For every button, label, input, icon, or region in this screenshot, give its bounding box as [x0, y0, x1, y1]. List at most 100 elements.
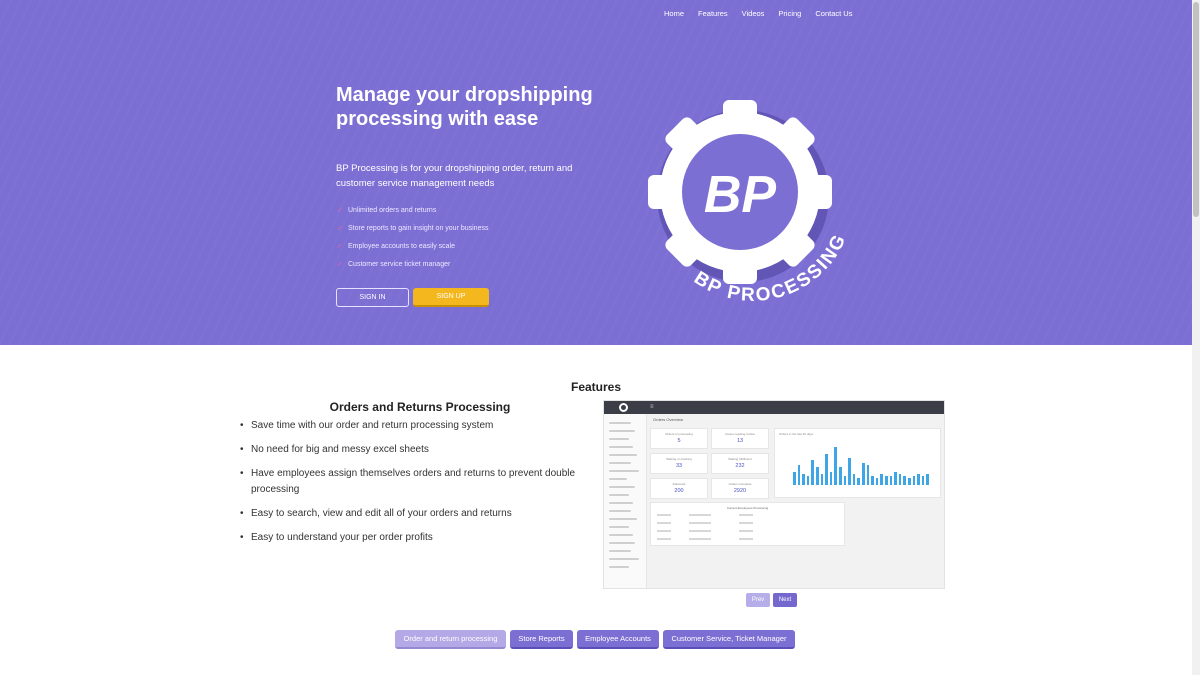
screenshot-table: Current Employees Processing: [650, 502, 845, 546]
feature-list-item: Easy to search, view and edit all of you…: [240, 506, 595, 522]
feature-list-item: No need for big and messy excel sheets: [240, 442, 595, 458]
chart-bar: [866, 464, 870, 485]
stat-card: Waiting on tracking 33: [650, 453, 708, 474]
table-cell: [739, 522, 753, 524]
nav-pricing[interactable]: Pricing: [778, 9, 801, 18]
gear-logo-icon: BP: [648, 100, 832, 284]
feature-tabs: Order and return processing Store Report…: [395, 630, 799, 649]
stat-card-label: Orders Complete: [728, 482, 752, 486]
check-icon: ✓: [337, 261, 343, 268]
chart-bar: [797, 464, 801, 485]
feature-checklist: ✓ Unlimited orders and returns ✓ Store rep…: [337, 201, 488, 273]
sidebar-item: [609, 478, 627, 480]
sidebar-item: [609, 510, 631, 512]
gear-icon: [619, 403, 628, 412]
nav-contact-us[interactable]: Contact Us: [815, 9, 852, 18]
table-cell: [739, 538, 753, 540]
chart-bar: [829, 471, 833, 485]
checklist-item: ✓ Employee accounts to easily scale: [337, 242, 455, 251]
next-button[interactable]: Next: [773, 593, 797, 607]
top-nav: Home Features Videos Pricing Contact Us: [664, 9, 866, 18]
scrollbar-thumb[interactable]: [1193, 2, 1199, 217]
sidebar-item: [609, 430, 635, 432]
tab-store-reports[interactable]: Store Reports: [510, 630, 573, 649]
sidebar-item: [609, 518, 637, 520]
tab-employee-accounts[interactable]: Employee Accounts: [577, 630, 659, 649]
stat-card-label: Waiting fulfillment: [728, 457, 752, 461]
table-cell: [657, 538, 671, 540]
stat-card-value: 2920: [733, 488, 747, 494]
sidebar-item: [609, 470, 639, 472]
screenshot-chart: Orders in the last 30 days: [774, 428, 941, 498]
sidebar-item: [609, 526, 629, 528]
table-cell: [689, 514, 711, 516]
sidebar-item: [609, 438, 629, 440]
chart-bar: [885, 476, 888, 485]
sidebar-item: [609, 462, 631, 464]
chart-bar: [816, 467, 819, 485]
chart-bar: [852, 473, 856, 485]
chart-bar: [875, 478, 879, 485]
table-cell: [657, 522, 671, 524]
page-scrollbar[interactable]: [1192, 0, 1200, 675]
stat-card: Waiting fulfillment 232: [711, 453, 769, 474]
nav-home[interactable]: Home: [664, 9, 684, 18]
chart-bar: [806, 476, 810, 485]
sidebar-item: [609, 486, 635, 488]
chart-bar: [843, 476, 847, 485]
feature-list-item: Easy to understand your per order profit…: [240, 530, 595, 546]
chart-bar: [898, 473, 902, 485]
sidebar-item: [609, 558, 639, 560]
stat-card-label: Orders in processing: [665, 432, 693, 436]
chart-bar: [889, 476, 893, 485]
screenshot-header: Orders Overview: [653, 417, 684, 422]
chart-bar: [793, 471, 796, 485]
table-cell: [657, 514, 671, 516]
stat-card-label: Issues needing review: [725, 432, 755, 436]
nav-videos[interactable]: Videos: [742, 9, 765, 18]
table-cell: [689, 538, 711, 540]
check-icon: ✓: [337, 243, 343, 250]
nav-features[interactable]: Features: [698, 9, 728, 18]
features-heading: Features: [570, 380, 622, 394]
screenshot-table-title: Current Employees Processing: [726, 506, 769, 510]
sidebar-item: [609, 494, 629, 496]
feature-list: Save time with our order and return proc…: [240, 418, 595, 554]
table-cell: [739, 514, 753, 516]
chart-bar: [834, 447, 837, 485]
chart-bar: [825, 453, 828, 485]
sidebar-item: [609, 534, 633, 536]
chart-bar: [908, 478, 911, 485]
chart-bar: [912, 476, 916, 485]
sidebar-item: [609, 454, 637, 456]
tab-customer-service-ticket-manager[interactable]: Customer Service, Ticket Manager: [663, 630, 795, 649]
hero-title: Manage your dropshipping processing with…: [336, 84, 593, 130]
chart-bar: [894, 471, 897, 485]
sign-in-button[interactable]: SIGN IN: [336, 288, 409, 307]
stat-card: Delivered 200: [650, 478, 708, 499]
bp-processing-logo: BP BP PROCESSING: [648, 100, 849, 306]
checklist-item: ✓ Unlimited orders and returns: [337, 206, 437, 215]
sidebar-item: [609, 566, 629, 568]
stat-card-value: 33: [675, 463, 683, 469]
chart-bar: [848, 458, 851, 485]
stat-card-label: Delivered: [672, 482, 686, 486]
stat-card-value: 13: [736, 438, 744, 444]
table-cell: [739, 530, 753, 532]
svg-text:BP: BP: [704, 166, 777, 224]
hero-section: Home Features Videos Pricing Contact Us …: [0, 0, 1192, 345]
hero-subtitle: BP Processing is for your dropshipping o…: [336, 163, 573, 189]
stat-card: Issues needing review 13: [711, 428, 769, 449]
sign-up-button[interactable]: SIGN UP: [413, 288, 489, 307]
stat-card-value: 5: [677, 438, 681, 444]
chart-bar: [820, 473, 824, 485]
chart-bar: [903, 476, 906, 485]
sidebar-item: [609, 422, 631, 424]
chart-bar: [871, 476, 874, 485]
tab-order-return-processing[interactable]: Order and return processing: [395, 630, 506, 649]
table-cell: [657, 530, 671, 532]
screenshot-topbar: ≡: [604, 401, 944, 414]
feature-list-item: Save time with our order and return proc…: [240, 418, 595, 434]
feature-list-item: Have employees assign themselves orders …: [240, 466, 595, 498]
prev-button[interactable]: Prev: [746, 593, 770, 607]
